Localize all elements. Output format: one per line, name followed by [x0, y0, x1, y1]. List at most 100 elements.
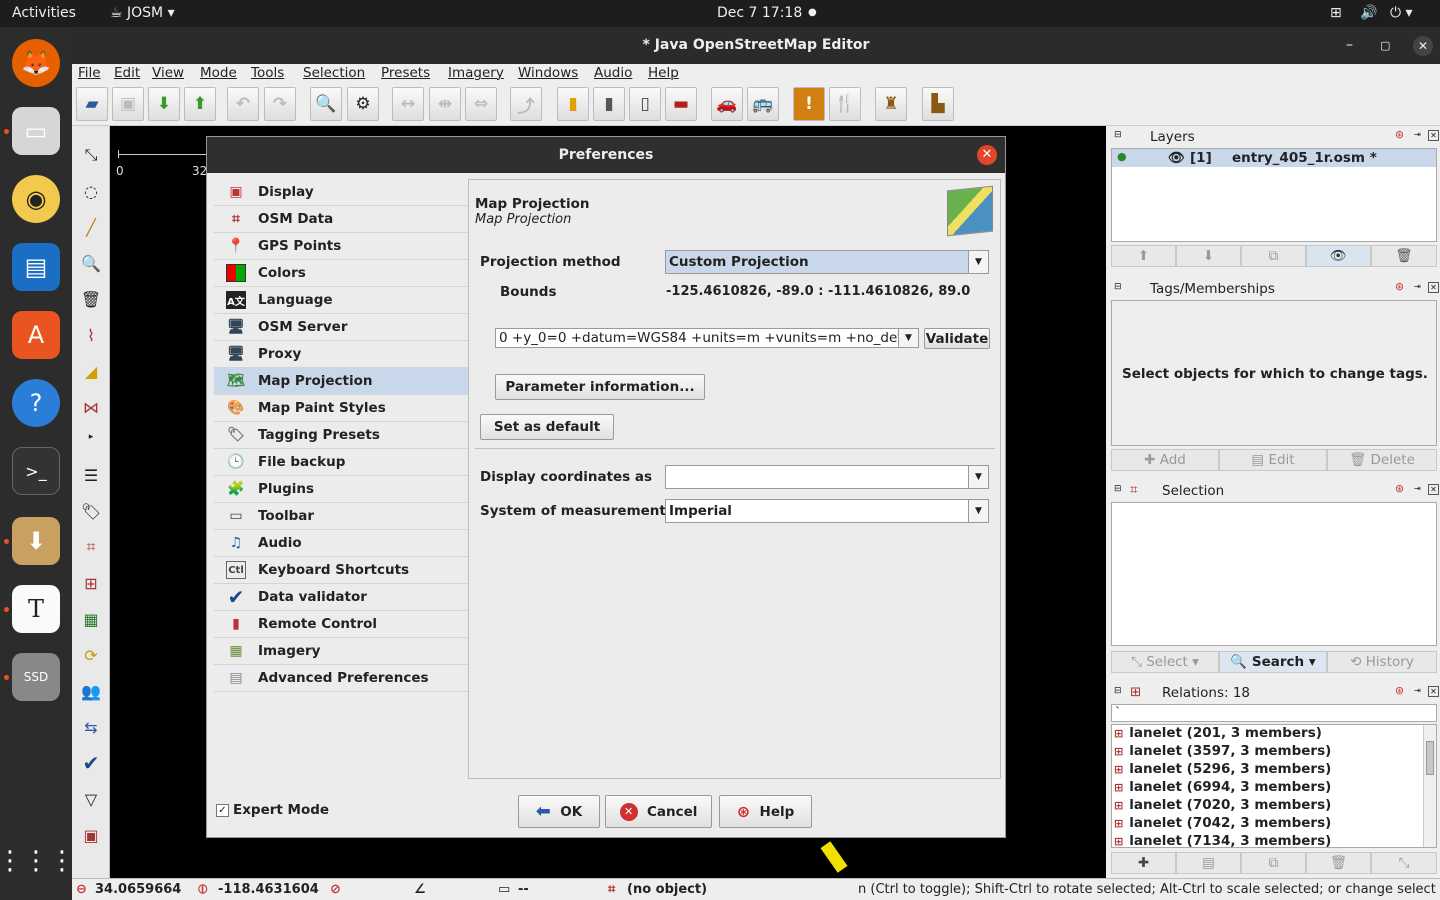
dock-icon[interactable]: ⇥ — [1412, 282, 1423, 293]
castle-preset-icon[interactable]: ♜ — [875, 87, 907, 121]
changeset-toggle-icon[interactable]: ▣ — [76, 820, 106, 850]
delete-layer-icon[interactable]: 🗑 — [1371, 245, 1437, 267]
align-circle-icon[interactable]: ↔ — [392, 87, 424, 121]
duplicate-relation-icon[interactable]: ⧉ — [1241, 852, 1306, 874]
category-remote-control[interactable]: ▮ Remote Control — [214, 611, 468, 638]
close-panel-icon[interactable]: ✕ — [1428, 686, 1439, 697]
open-file-icon[interactable]: ▰ — [76, 87, 108, 121]
select-members-icon[interactable]: ⤡ — [1371, 852, 1437, 874]
relation-item[interactable]: ⊞ lanelet (7134, 3 members) — [1114, 833, 1331, 847]
show-apps-icon[interactable]: ⋮⋮⋮ — [0, 837, 75, 885]
barrier-icon[interactable]: ▬ — [665, 87, 697, 121]
set-default-button[interactable]: Set as default — [480, 414, 614, 440]
relation-item[interactable]: ⊞ lanelet (6994, 3 members) — [1114, 779, 1331, 795]
category-language[interactable]: A文 Language — [214, 287, 468, 314]
projection-string-input[interactable]: 0 +y_0=0 +datum=WGS84 +units=m +vunits=m… — [495, 328, 919, 348]
relations-filter-input[interactable]: ` — [1111, 704, 1437, 722]
edit-tag-button[interactable]: ▤ Edit — [1219, 449, 1327, 471]
relation-item[interactable]: ⊞ lanelet (201, 3 members) — [1114, 725, 1322, 741]
industrial-preset-icon[interactable]: ▙ — [922, 87, 954, 121]
help-icon[interactable]: ? — [12, 379, 60, 427]
help-button[interactable]: ⊛ Help — [719, 795, 812, 828]
selection-toggle-icon[interactable]: ⌗ — [76, 532, 106, 562]
preferences-icon[interactable]: ⚙ — [347, 87, 379, 121]
selection-list[interactable] — [1111, 502, 1437, 646]
category-imagery[interactable]: ▦ Imagery — [214, 638, 468, 665]
traffic-signal-icon[interactable]: ▯ — [629, 87, 661, 121]
expert-mode-checkbox[interactable]: ✓ — [216, 804, 229, 817]
rail-preset-icon[interactable]: ▮ — [593, 87, 625, 121]
collapse-icon[interactable]: ⊟ — [1114, 484, 1122, 494]
improve-way-icon[interactable]: ⌇ — [76, 320, 106, 350]
writer-icon[interactable]: ▤ — [12, 243, 60, 291]
menu-windows[interactable]: Windows — [518, 65, 578, 81]
close-window-icon[interactable]: ✕ — [1413, 36, 1433, 56]
search-button[interactable]: 🔍 Search ▾ — [1219, 651, 1327, 673]
lasso-mode-icon[interactable]: ◌ — [76, 176, 106, 206]
dock-icon[interactable]: ⇥ — [1412, 484, 1423, 495]
category-map-paint-styles[interactable]: 🎨 Map Paint Styles — [214, 395, 468, 422]
parameter-info-button[interactable]: Parameter information... — [495, 374, 705, 400]
activities-button[interactable]: Activities — [12, 5, 76, 21]
category-plugins[interactable]: 🧩 Plugins — [214, 476, 468, 503]
terminal-icon[interactable]: >_ — [12, 447, 60, 495]
relation-item[interactable]: ⊞ lanelet (7042, 3 members) — [1114, 815, 1331, 831]
category-audio[interactable]: ♫ Audio — [214, 530, 468, 557]
distribute-icon[interactable]: ⇔ — [465, 87, 497, 121]
delete-relation-icon[interactable]: 🗑 — [1306, 852, 1371, 874]
category-map-projection[interactable]: 🗺 Map Projection — [214, 368, 468, 395]
category-toolbar[interactable]: ▭ Toolbar — [214, 503, 468, 530]
menu-tools[interactable]: Tools — [251, 65, 284, 81]
layer-row[interactable]: ● 👁 [1] entry_405_1r.osm * — [1112, 149, 1436, 167]
bus-preset-icon[interactable]: 🚌 — [747, 87, 779, 121]
projection-method-dropdown[interactable]: Custom Projection ▼ — [665, 250, 989, 274]
visibility-eye-icon[interactable]: 👁 — [1168, 150, 1185, 166]
measurement-dropdown[interactable]: Imperial ▼ — [665, 499, 989, 523]
move-down-icon[interactable]: ⬇ — [1176, 245, 1241, 267]
more-tools-icon[interactable]: ▸ — [76, 422, 106, 452]
relation-item[interactable]: ⊞ lanelet (7020, 3 members) — [1114, 797, 1331, 813]
category-proxy[interactable]: 🖥 Proxy — [214, 341, 468, 368]
relations-toggle-icon[interactable]: ⊞ — [76, 568, 106, 598]
menu-help[interactable]: Help — [648, 65, 679, 81]
toggle-visibility-icon[interactable]: 👁 — [1306, 245, 1371, 267]
ok-button[interactable]: ⬅ OK — [518, 795, 600, 828]
category-advanced-preferences[interactable]: ▤ Advanced Preferences — [214, 665, 468, 692]
zoom-mode-icon[interactable]: 🔍 — [76, 248, 106, 278]
conflict-toggle-icon[interactable]: ⟳ — [76, 640, 106, 670]
collapse-icon[interactable]: ⊟ — [1114, 130, 1122, 140]
help-ring-icon[interactable]: ⊛ — [1394, 685, 1405, 697]
menu-view[interactable]: View — [152, 65, 184, 81]
new-relation-icon[interactable]: ✚ — [1111, 852, 1176, 874]
road-preset-icon[interactable]: ▮ — [557, 87, 589, 121]
authors-toggle-icon[interactable]: 👥 — [76, 676, 106, 706]
menu-file[interactable]: File — [78, 65, 101, 81]
clock[interactable]: Dec 7 17:18 — [717, 5, 802, 21]
files-icon[interactable]: ▭ — [12, 107, 60, 155]
close-panel-icon[interactable]: ✕ — [1428, 282, 1439, 293]
menu-presets[interactable]: Presets — [381, 65, 430, 81]
layers-toggle-icon[interactable]: ☰ — [76, 460, 106, 490]
category-colors[interactable]: Colors — [214, 260, 468, 287]
yellow-way[interactable] — [820, 841, 848, 873]
menu-selection[interactable]: Selection — [303, 65, 365, 81]
dock-icon[interactable]: ⇥ — [1412, 130, 1423, 141]
menu-audio[interactable]: Audio — [594, 65, 632, 81]
close-panel-icon[interactable]: ✕ — [1428, 130, 1439, 141]
hazard-preset-icon[interactable]: ! — [793, 87, 825, 121]
help-ring-icon[interactable]: ⊛ — [1394, 483, 1405, 495]
filter-toggle-icon[interactable]: ▽ — [76, 784, 106, 814]
align-line-icon[interactable]: ⇹ — [429, 87, 461, 121]
edit-relation-icon[interactable]: ▤ — [1176, 852, 1241, 874]
split-way-icon[interactable]: ⤴ — [510, 87, 542, 121]
select-button[interactable]: ⤡ Select ▾ — [1111, 651, 1219, 673]
cancel-button[interactable]: ✕ Cancel — [605, 795, 712, 828]
zoom-icon[interactable]: 🔍 — [310, 87, 342, 121]
text-editor-icon[interactable]: T — [12, 585, 60, 633]
parallel-way-icon[interactable]: ◢ — [76, 356, 106, 386]
app-menu[interactable]: ☕ JOSM ▾ — [110, 5, 175, 21]
category-osm-data[interactable]: ⌗ OSM Data — [214, 206, 468, 233]
restaurant-preset-icon[interactable]: 🍴 — [829, 87, 861, 121]
volume-icon[interactable]: 🔊 — [1360, 5, 1377, 21]
download-icon[interactable]: ⬇ — [148, 87, 180, 121]
